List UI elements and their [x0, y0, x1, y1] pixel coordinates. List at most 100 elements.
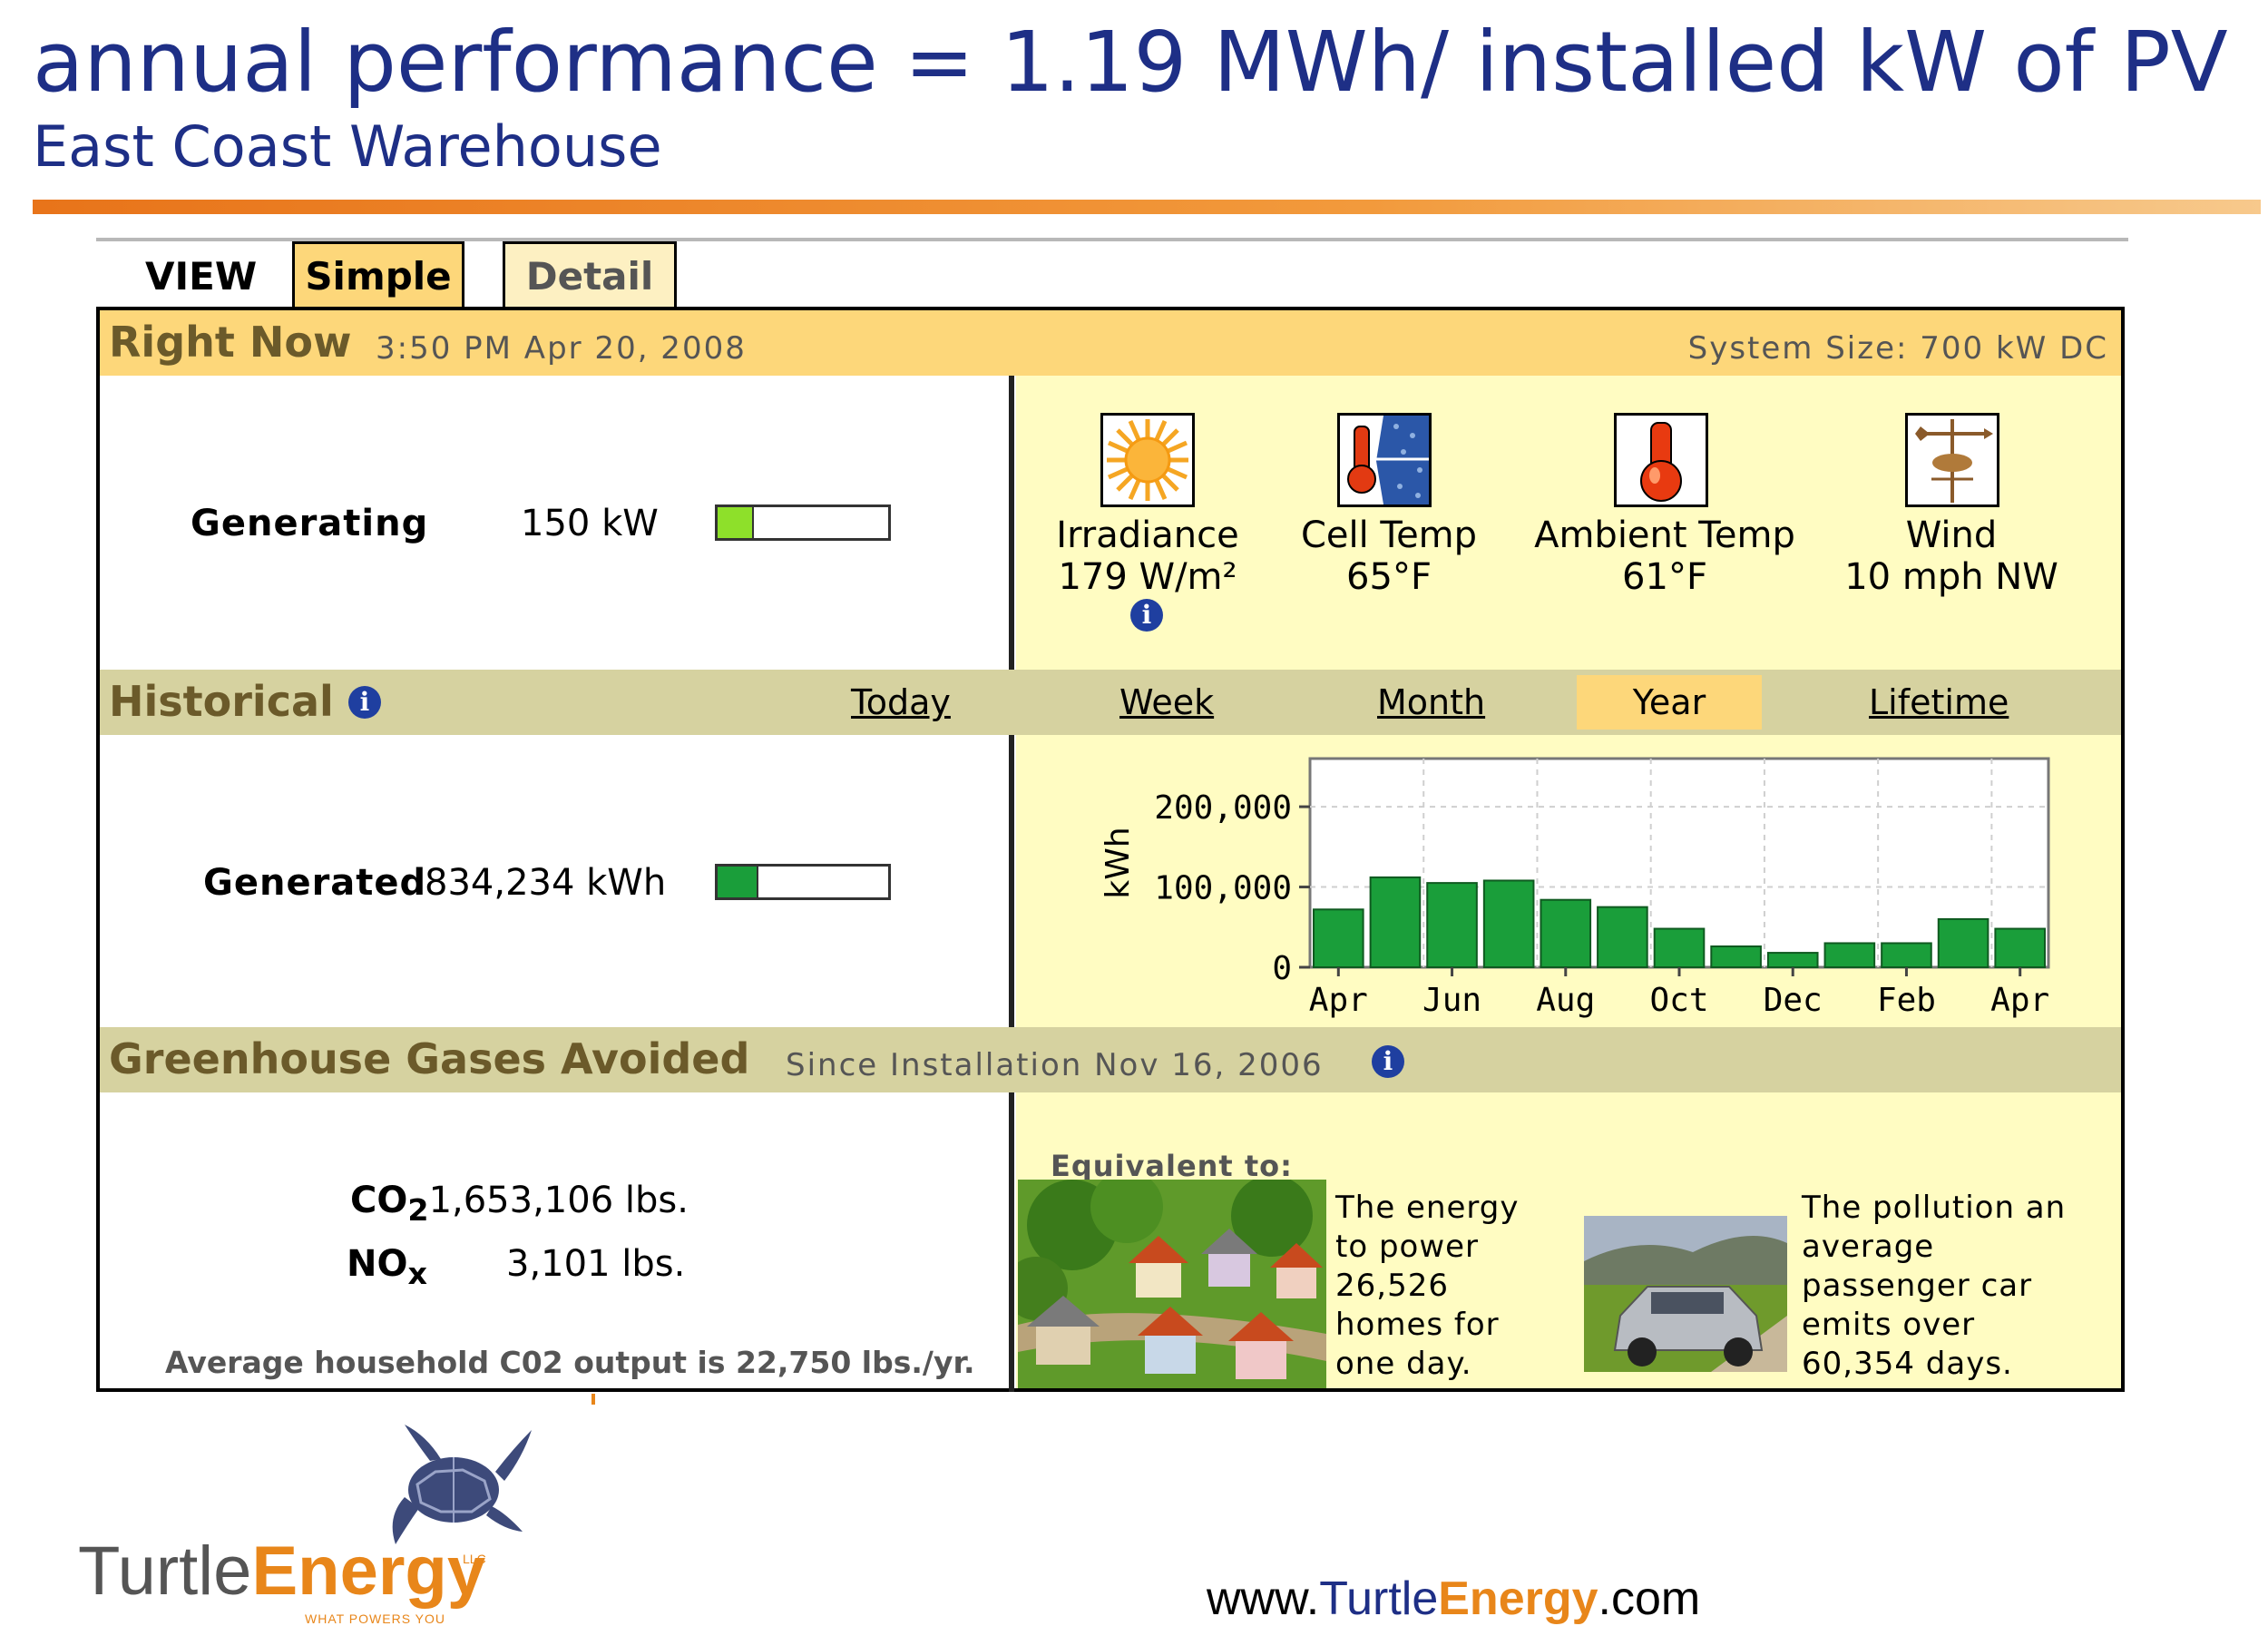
logo-turtle: Turtle: [78, 1533, 252, 1610]
generated-label: Generated: [203, 862, 427, 904]
nox-label: NO: [347, 1243, 408, 1285]
view-label: VIEW: [145, 254, 258, 299]
nox-value: 3,101 lbs.: [506, 1243, 686, 1285]
url-energy: Energy: [1438, 1572, 1598, 1625]
generating-label: Generating: [191, 503, 429, 544]
chart-bar: [1937, 917, 1989, 969]
yearly-production-chart: 200,000 100,000 0 Apr Jun Aug Oct Dec Feb Apr kWh: [1100, 757, 2050, 1019]
chart-bar: [1710, 945, 1762, 968]
chart-bar: [1653, 927, 1706, 969]
wind-value: 10 mph NW: [1844, 556, 2058, 598]
orange-tick: [591, 1394, 595, 1405]
historical-title: Historical: [109, 677, 334, 726]
chart-bar: [1369, 876, 1422, 968]
ambient-temp-label: Ambient Temp: [1534, 514, 1795, 556]
chart-bar: [1426, 882, 1478, 968]
url-turtle: Turtle: [1319, 1572, 1439, 1625]
generated-value: 834,234 kWh: [425, 862, 667, 904]
irradiance-info-icon[interactable]: i: [1130, 599, 1163, 632]
chart-y-tick-label: 100,000: [1154, 870, 1292, 907]
generating-bar-fill: [718, 507, 755, 538]
co2-value: 1,653,106 lbs.: [428, 1180, 689, 1221]
equivalent-label: Equivalent to:: [1051, 1149, 1293, 1183]
chart-bar: [1881, 942, 1932, 968]
homes-line: 26,526: [1335, 1268, 1449, 1304]
generated-bar-fill: [718, 867, 759, 897]
homes-line: homes for: [1335, 1307, 1500, 1343]
historical-info-icon[interactable]: i: [348, 686, 381, 719]
ghg-band: Greenhouse Gases Avoided Since Installat…: [100, 1027, 2121, 1092]
village-illustration: [1018, 1180, 1326, 1388]
chart-bar: [1540, 898, 1592, 968]
period-today[interactable]: Today: [851, 682, 951, 722]
right-now-timestamp: 3:50 PM Apr 20, 2008: [376, 330, 747, 367]
logo-llc: LLC: [463, 1552, 486, 1566]
car-line: 60,354 days.: [1802, 1346, 2013, 1382]
period-lifetime[interactable]: Lifetime: [1869, 682, 2009, 722]
cell-temp-value: 65°F: [1346, 556, 1432, 598]
household-note: Average household C02 output is 22,750 l…: [165, 1345, 975, 1380]
historical-band: Historical: [100, 670, 2121, 735]
period-week[interactable]: Week: [1119, 682, 1214, 722]
weathervane-icon: [1905, 413, 1999, 507]
pane-divider: [1009, 376, 1014, 1392]
homes-equivalent-text: The energy to power 26,526 homes for one…: [1335, 1189, 1520, 1384]
chart-bar: [1823, 942, 1876, 968]
homes-line: one day.: [1335, 1346, 1472, 1382]
right-now-band: Right Now 3:50 PM Apr 20, 2008 System Si…: [100, 310, 2121, 376]
system-size: System Size: 700 kW DC: [1687, 330, 2108, 367]
chart-bar: [1482, 879, 1535, 968]
website-link[interactable]: www.TurtleEnergy.com: [1207, 1572, 1700, 1626]
chart-y-tick-label: 0: [1272, 950, 1292, 987]
car-line: emits over: [1802, 1307, 1976, 1343]
nox-label-wrap: NOx: [347, 1243, 427, 1291]
nox-subscript: x: [407, 1256, 427, 1291]
period-year[interactable]: Year: [1577, 675, 1762, 730]
company-logo-text: TurtleEnergy: [78, 1532, 485, 1611]
chart-bar: [1766, 952, 1819, 968]
url-suffix: .com: [1598, 1572, 1701, 1625]
chart-x-tick-label: Apr: [1990, 982, 2049, 1019]
co2-line: CO21,653,106 lbs.: [350, 1180, 689, 1228]
chart-x-tick-label: Jun: [1422, 982, 1481, 1019]
period-month[interactable]: Month: [1377, 682, 1485, 722]
car-equivalent-text: The pollution an average passenger car e…: [1802, 1189, 2066, 1384]
logo-energy: Energy: [251, 1533, 486, 1610]
ghg-info-icon[interactable]: i: [1372, 1045, 1404, 1078]
irradiance-value: 179 W/m²: [1058, 556, 1237, 598]
chart-y-axis-label: kWh: [1100, 827, 1137, 898]
homes-line: to power: [1335, 1229, 1480, 1265]
tab-detail[interactable]: Detail: [503, 241, 677, 307]
chart-bar: [1597, 906, 1648, 968]
chart-x-tick-label: Oct: [1649, 982, 1708, 1019]
wind-label: Wind: [1905, 514, 1998, 556]
car-illustration: [1584, 1216, 1787, 1372]
slide-title: annual performance = 1.19 MWh/ installed…: [33, 14, 2228, 111]
sun-icon: [1100, 413, 1195, 507]
chart-x-tick-label: Aug: [1536, 982, 1595, 1019]
ghg-title: Greenhouse Gases Avoided: [109, 1034, 750, 1083]
slide-subtitle: East Coast Warehouse: [33, 113, 662, 180]
url-prefix: www.: [1207, 1572, 1320, 1625]
homes-line: The energy: [1335, 1190, 1520, 1226]
turtle-logo-icon: [392, 1425, 532, 1544]
ambient-temp-value: 61°F: [1622, 556, 1707, 598]
chart-x-tick-label: Dec: [1764, 982, 1823, 1019]
co2-label: CO: [350, 1180, 408, 1221]
irradiance-label: Irradiance: [1056, 514, 1239, 556]
right-now-title: Right Now: [109, 318, 352, 367]
generating-value: 150 kW: [521, 503, 659, 544]
chart-y-tick-label: 200,000: [1154, 789, 1292, 827]
generating-bar: [715, 504, 891, 541]
chart-bar: [1994, 927, 2047, 969]
chart-x-tick-label: Feb: [1877, 982, 1936, 1019]
thermometer-icon: [1614, 413, 1708, 507]
cell-thermometer-icon: [1337, 413, 1432, 507]
car-line: average: [1802, 1229, 1935, 1265]
generated-bar: [715, 864, 891, 900]
chart-x-tick-label: Apr: [1309, 982, 1368, 1019]
tab-simple[interactable]: Simple: [292, 241, 464, 307]
co2-subscript: 2: [407, 1192, 429, 1228]
car-line: passenger car: [1802, 1268, 2033, 1304]
logo-tagline: WHAT POWERS YOU: [305, 1611, 446, 1626]
